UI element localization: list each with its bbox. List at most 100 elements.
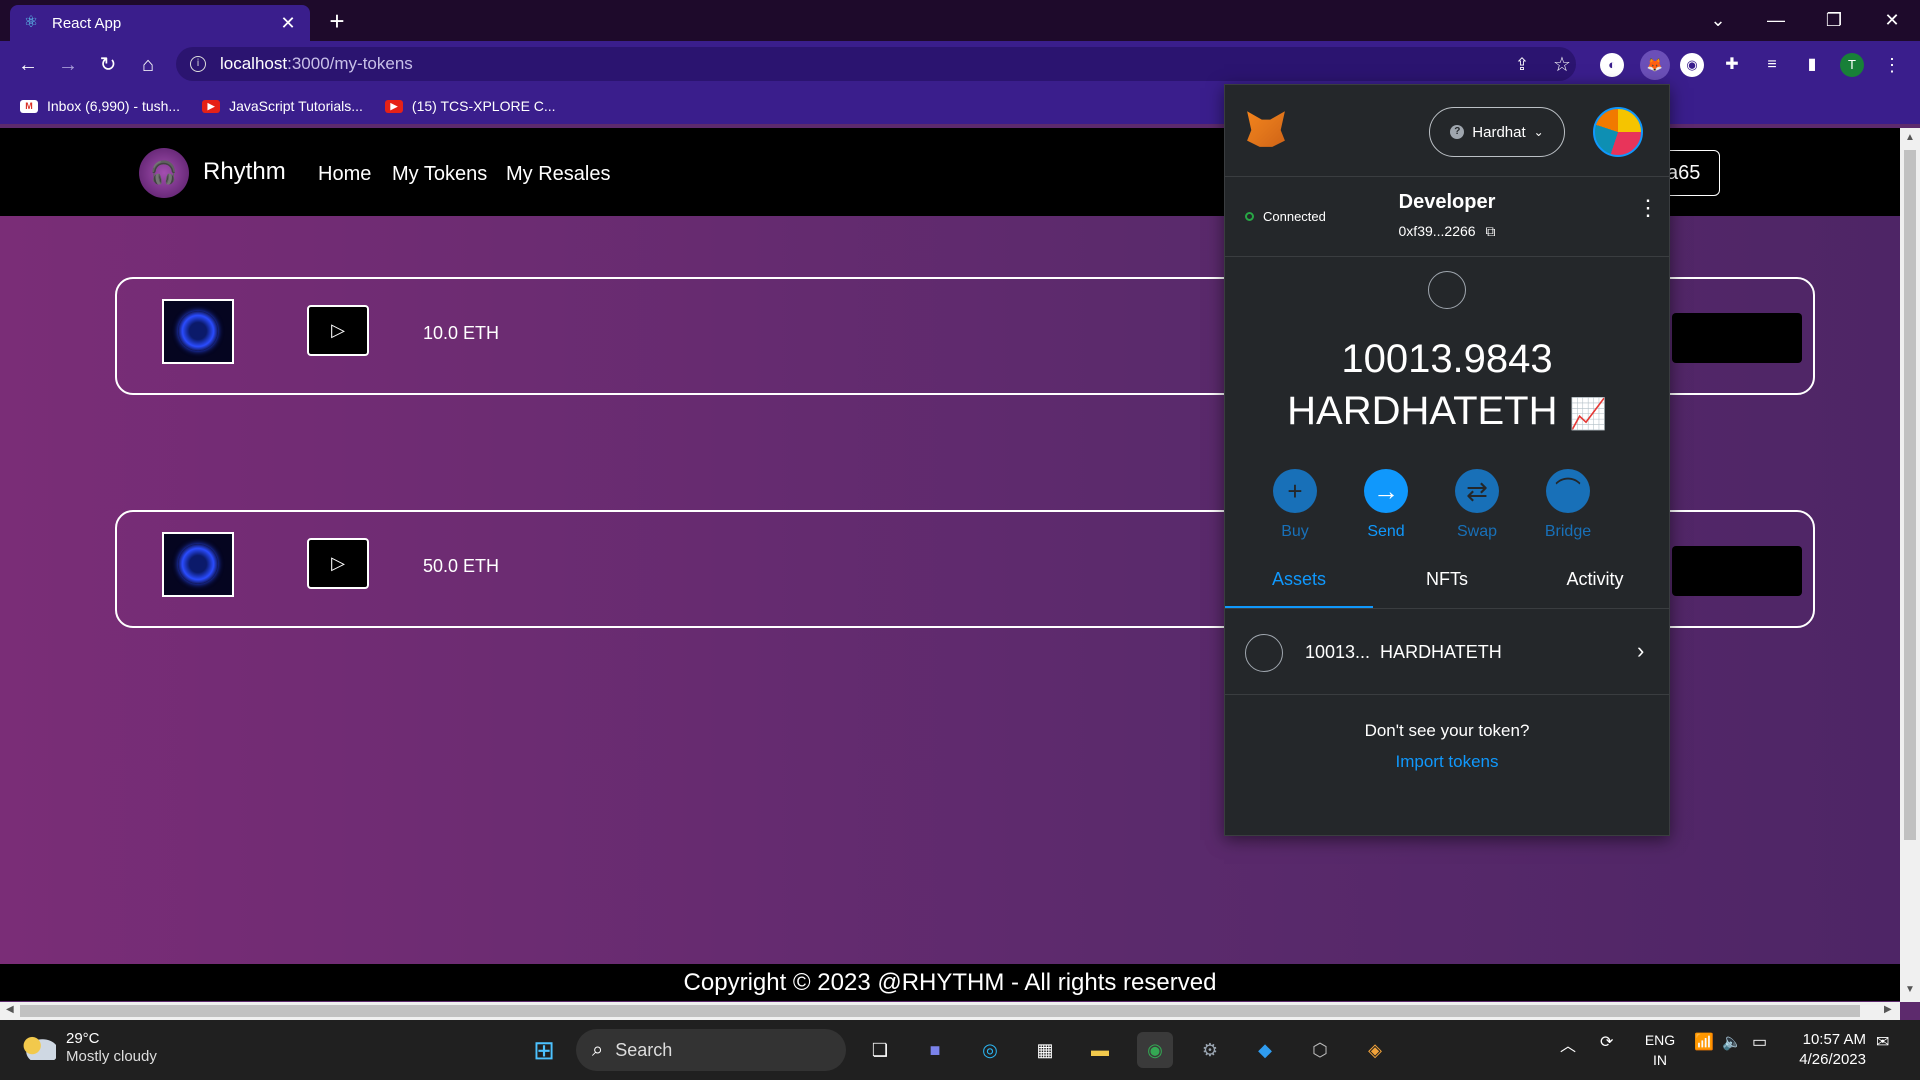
tab-title: React App bbox=[52, 14, 122, 32]
send-button[interactable]: → Send bbox=[1341, 469, 1431, 541]
bridge-button[interactable]: ⌒ Bridge bbox=[1523, 469, 1613, 541]
clock-date: 4/26/2023 bbox=[1799, 1051, 1866, 1068]
scroll-thumb[interactable] bbox=[20, 1005, 1860, 1017]
partly-cloudy-icon bbox=[22, 1036, 56, 1060]
tab-assets[interactable]: Assets bbox=[1225, 551, 1373, 608]
scroll-up-icon[interactable]: ▲ bbox=[1900, 132, 1920, 143]
token-action-button[interactable] bbox=[1672, 313, 1802, 363]
bookmark-gmail[interactable]: M Inbox (6,990) - tush... bbox=[20, 98, 180, 114]
browser-toolbar: ← → ↻ ⌂ i localhost:3000/my-tokens ⇪ ☆ ◐… bbox=[0, 41, 1920, 88]
forward-icon[interactable]: → bbox=[52, 49, 84, 81]
scroll-thumb[interactable] bbox=[1904, 150, 1916, 840]
nav-home[interactable]: Home bbox=[318, 163, 371, 186]
network-selector[interactable]: ? Hardhat ⌄ bbox=[1429, 107, 1565, 157]
nav-my-tokens[interactable]: My Tokens bbox=[392, 163, 487, 186]
swap-button[interactable]: ⇄ Swap bbox=[1432, 469, 1522, 541]
token-artwork bbox=[162, 532, 234, 597]
volume-icon[interactable]: 🔈 bbox=[1722, 1032, 1742, 1052]
horizontal-scrollbar[interactable]: ◀ ▶ bbox=[0, 1002, 1900, 1020]
windows-start-icon[interactable]: ⊞ bbox=[526, 1032, 562, 1068]
tab-search-chevron-icon[interactable]: ⌄ bbox=[1694, 0, 1742, 41]
task-view-icon[interactable]: ❏ bbox=[862, 1032, 898, 1068]
language-indicator[interactable]: ENG IN bbox=[1640, 1030, 1680, 1070]
media-control-icon[interactable]: ≡ bbox=[1760, 53, 1784, 77]
edge-icon[interactable]: ◎ bbox=[972, 1032, 1008, 1068]
settings-gear-icon[interactable]: ⚙ bbox=[1192, 1032, 1228, 1068]
windows-taskbar: 29°C Mostly cloudy ⊞ ⌕ Search ❏ ■ ◎ ▦ ▬ … bbox=[0, 1020, 1920, 1080]
scroll-right-icon[interactable]: ▶ bbox=[1884, 1004, 1892, 1015]
action-label: Buy bbox=[1281, 523, 1309, 540]
url-host: localhost bbox=[220, 54, 288, 73]
copy-icon[interactable]: ⧉ bbox=[1485, 223, 1495, 239]
buy-button[interactable]: + Buy bbox=[1250, 469, 1340, 541]
brand-name[interactable]: Rhythm bbox=[203, 158, 286, 186]
play-icon[interactable]: ▷ bbox=[307, 305, 369, 356]
ganache-icon[interactable]: ◈ bbox=[1357, 1032, 1393, 1068]
browser-menu-icon[interactable]: ⋮ bbox=[1880, 53, 1904, 77]
browser-tab[interactable]: ⚛ React App ✕ bbox=[10, 5, 310, 41]
notification-icon[interactable]: ✉ bbox=[1876, 1032, 1889, 1052]
store-icon[interactable]: ▦ bbox=[1027, 1032, 1063, 1068]
bookmark-star-icon[interactable]: ☆ bbox=[1546, 49, 1578, 81]
token-action-button[interactable] bbox=[1672, 546, 1802, 596]
tab-nfts[interactable]: NFTs bbox=[1373, 551, 1521, 608]
chrome-icon[interactable]: ◉ bbox=[1137, 1032, 1173, 1068]
share-icon[interactable]: ⇪ bbox=[1506, 49, 1538, 81]
sync-icon[interactable]: ⟳ bbox=[1600, 1032, 1613, 1052]
metamask-header: ? Hardhat ⌄ bbox=[1225, 85, 1669, 177]
token-artwork bbox=[162, 299, 234, 364]
bookmark-youtube-2[interactable]: ▶ (15) TCS-XPLORE C... bbox=[384, 98, 556, 114]
scroll-down-icon[interactable]: ▼ bbox=[1900, 984, 1920, 995]
close-window-button[interactable]: ✕ bbox=[1868, 0, 1916, 41]
extension-icon-3[interactable]: ◉ bbox=[1680, 53, 1704, 77]
account-avatar[interactable] bbox=[1593, 107, 1643, 157]
site-info-icon[interactable]: i bbox=[190, 56, 206, 72]
reload-icon[interactable]: ↻ bbox=[92, 49, 124, 81]
profile-avatar[interactable]: T bbox=[1840, 53, 1864, 77]
unity-icon[interactable]: ⬡ bbox=[1302, 1032, 1338, 1068]
plus-icon: + bbox=[1273, 469, 1317, 513]
vertical-scrollbar[interactable]: ▲ ▼ bbox=[1900, 128, 1920, 1002]
asset-name: 10013... HARDHATETH bbox=[1305, 642, 1502, 662]
file-explorer-icon[interactable]: ▬ bbox=[1082, 1032, 1118, 1068]
taskbar-search[interactable]: ⌕ Search bbox=[576, 1029, 846, 1071]
metamask-tabs: Assets NFTs Activity bbox=[1225, 551, 1669, 609]
balance-unit: HARDHATETH bbox=[1287, 389, 1558, 433]
bookmark-label: Inbox (6,990) - tush... bbox=[47, 98, 181, 114]
extension-icon-1[interactable]: ◐ bbox=[1600, 53, 1624, 77]
action-label: Swap bbox=[1456, 523, 1498, 540]
vscode-icon[interactable]: ◆ bbox=[1247, 1032, 1283, 1068]
headphones-logo-icon[interactable]: 🎧 bbox=[139, 148, 189, 198]
teams-chat-icon[interactable]: ■ bbox=[917, 1032, 953, 1068]
show-hidden-icons-chevron-icon[interactable]: ︿ bbox=[1560, 1032, 1576, 1056]
scroll-left-icon[interactable]: ◀ bbox=[6, 1004, 14, 1015]
play-icon[interactable]: ▷ bbox=[307, 538, 369, 589]
minimize-button[interactable]: — bbox=[1752, 0, 1800, 41]
token-price: 50.0 ETH bbox=[423, 556, 500, 576]
side-panel-icon[interactable]: ▮ bbox=[1800, 53, 1824, 77]
new-tab-button[interactable]: + bbox=[322, 6, 352, 36]
system-clock[interactable]: 10:57 AM 4/26/2023 bbox=[1790, 1030, 1866, 1070]
import-tokens-link[interactable]: Import tokens bbox=[1225, 752, 1669, 772]
restore-button[interactable]: ❐ bbox=[1810, 0, 1858, 41]
portfolio-chart-icon[interactable]: 📈 bbox=[1570, 398, 1607, 431]
youtube-icon: ▶ bbox=[202, 99, 221, 113]
bookmark-youtube-1[interactable]: ▶ JavaScript Tutorials... bbox=[202, 98, 363, 114]
account-options-icon[interactable]: ⋮ bbox=[1637, 197, 1659, 219]
home-icon[interactable]: ⌂ bbox=[132, 49, 164, 81]
extensions-puzzle-icon[interactable]: ✚ bbox=[1720, 53, 1744, 77]
metamask-extension-icon[interactable]: 🦊 bbox=[1640, 50, 1670, 80]
back-icon[interactable]: ← bbox=[12, 49, 44, 81]
battery-icon[interactable]: ▭ bbox=[1752, 1032, 1767, 1052]
tab-activity[interactable]: Activity bbox=[1521, 551, 1669, 608]
address-bar[interactable]: i localhost:3000/my-tokens bbox=[176, 47, 1576, 81]
wifi-icon[interactable]: 📶 bbox=[1694, 1032, 1714, 1052]
weather-widget[interactable]: 29°C Mostly cloudy bbox=[22, 1030, 157, 1066]
account-address[interactable]: 0xf39...2266 ⧉ bbox=[1225, 223, 1669, 240]
region-code: IN bbox=[1653, 1052, 1667, 1068]
metamask-popup: ? Hardhat ⌄ Connected Developer 0xf39...… bbox=[1224, 84, 1670, 836]
nav-my-resales[interactable]: My Resales bbox=[506, 163, 610, 186]
asset-list-item[interactable]: 10013... HARDHATETH › bbox=[1225, 610, 1669, 695]
tab-close-icon[interactable]: ✕ bbox=[278, 13, 298, 34]
url-path: :3000/my-tokens bbox=[287, 54, 413, 73]
